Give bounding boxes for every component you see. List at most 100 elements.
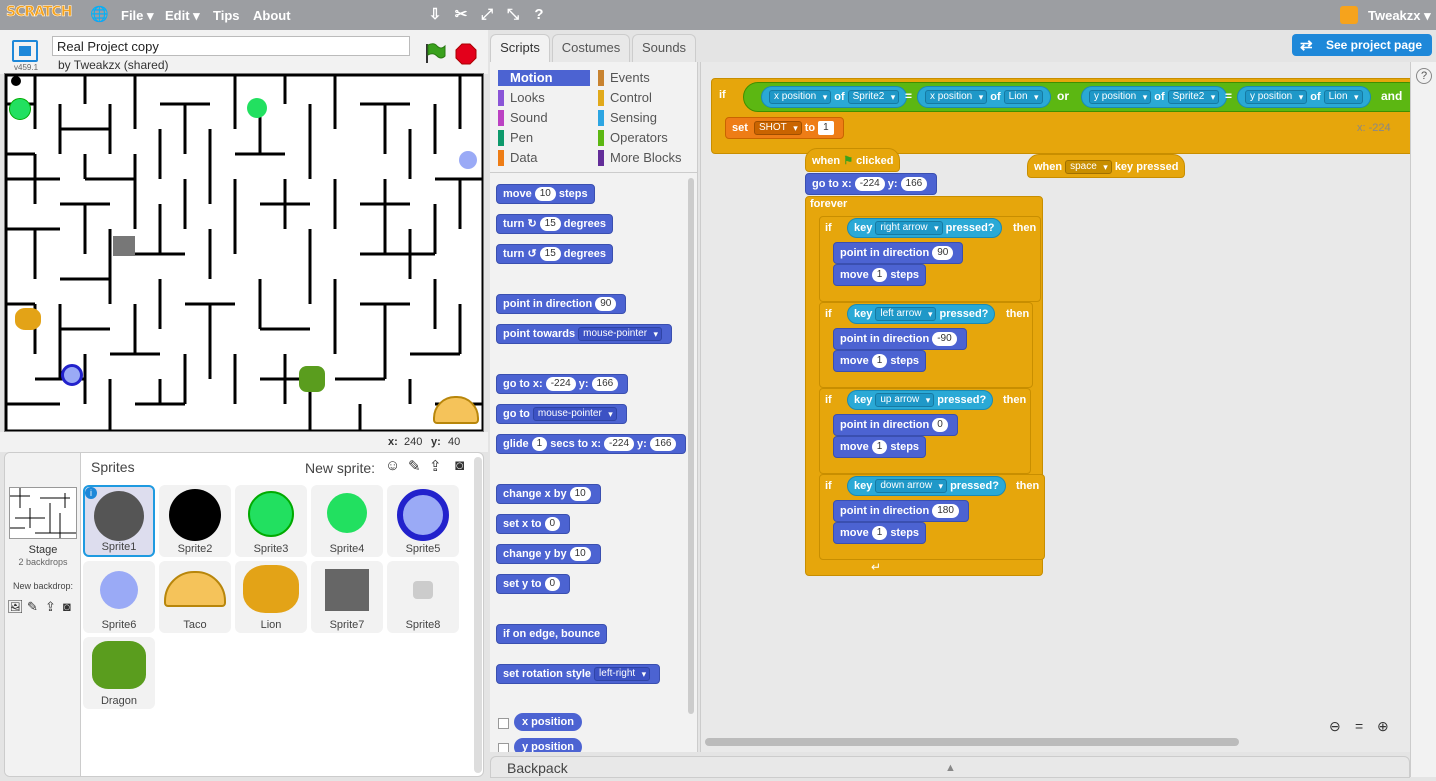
help-icon[interactable]: ?	[1416, 68, 1432, 84]
point-direction-180-block[interactable]: point in direction 180	[833, 500, 969, 522]
pacman-sprite[interactable]	[11, 76, 21, 86]
stage-thumbnail[interactable]	[9, 487, 77, 539]
tab-sounds[interactable]: Sounds	[632, 34, 696, 62]
duplicate-icon[interactable]: ⇩	[426, 6, 444, 24]
x-position-reporter[interactable]: x position	[514, 713, 582, 731]
xpos-of-lion[interactable]: x positionofLion	[917, 86, 1051, 108]
category-sensing[interactable]: Sensing	[598, 110, 657, 126]
script-horizontal-scrollbar[interactable]	[705, 738, 1239, 746]
ypos-of-sprite2[interactable]: y positionofSprite2	[1081, 86, 1228, 108]
upload-backdrop-icon[interactable]: ⇪	[45, 599, 56, 615]
green-ball-sprite-2[interactable]	[247, 98, 267, 118]
edit-menu[interactable]: Edit ▾	[165, 8, 200, 24]
sprite-tile-sprite6[interactable]: Sprite6	[83, 561, 155, 633]
key-down-arrow-pressed[interactable]: keydown arrowpressed?	[847, 476, 1006, 496]
move-steps-block[interactable]: move 1 steps	[833, 350, 927, 372]
category-motion[interactable]: Motion	[498, 70, 590, 86]
goto-xy-script-block[interactable]: go to x: -224 y: 166	[805, 173, 938, 195]
category-events[interactable]: Events	[598, 70, 650, 86]
sprite-library-icon[interactable]: ☺	[385, 457, 400, 474]
category-operators[interactable]: Operators	[598, 130, 668, 146]
dragon-sprite[interactable]	[299, 366, 325, 392]
change-y-block[interactable]: change y by 10	[496, 544, 601, 564]
sprite-tile-lion[interactable]: Lion	[235, 561, 307, 633]
set-y-block[interactable]: set y to 0	[496, 574, 571, 594]
sprite-tile-sprite5[interactable]: Sprite5	[387, 485, 459, 557]
sprite-tile-dragon[interactable]: Dragon	[83, 637, 155, 709]
point-direction-0-block[interactable]: point in direction 0	[833, 414, 958, 436]
change-x-block[interactable]: change x by 10	[496, 484, 601, 504]
sprite-tile-taco[interactable]: Taco	[159, 561, 231, 633]
category-more-blocks[interactable]: More Blocks	[598, 150, 682, 166]
tips-menu[interactable]: Tips	[213, 8, 240, 23]
move-steps-block[interactable]: move 1 steps	[833, 436, 927, 458]
sprite-tile-sprite3[interactable]: Sprite3	[235, 485, 307, 557]
shrink-icon[interactable]: ⤡	[504, 6, 522, 24]
key-left-arrow-pressed[interactable]: keyleft arrowpressed?	[847, 304, 996, 324]
palette-scrollbar[interactable]	[688, 178, 694, 714]
gun-sprite[interactable]	[113, 236, 135, 256]
fullscreen-icon[interactable]	[12, 40, 38, 62]
paint-backdrop-icon[interactable]: ✎	[27, 599, 38, 615]
cut-icon[interactable]: ✂	[452, 6, 470, 24]
point-direction-90-block[interactable]: point in direction 90	[833, 242, 964, 264]
xpos-checkbox[interactable]	[498, 718, 509, 729]
category-sound[interactable]: Sound	[498, 110, 548, 126]
ypos-checkbox[interactable]	[498, 743, 509, 752]
category-data[interactable]: Data	[498, 150, 537, 166]
script-area[interactable]: if x positionofSprite2 = x positionofLio…	[700, 62, 1410, 752]
point-direction-neg90-block[interactable]: point in direction -90	[833, 328, 967, 350]
sprite-scrollbar[interactable]	[474, 457, 482, 773]
move-block[interactable]: move 10 steps	[496, 184, 595, 204]
user-avatar[interactable]	[1340, 6, 1358, 24]
info-icon[interactable]: i	[85, 487, 97, 499]
when-flag-clicked-hat[interactable]: when ⚑ clicked	[805, 148, 901, 172]
turn-left-block[interactable]: turn ↺ 15 degrees	[496, 244, 613, 264]
lion-sprite[interactable]	[15, 308, 41, 330]
globe-icon[interactable]: 🌐	[90, 6, 109, 24]
move-steps-block[interactable]: move 1 steps	[833, 522, 927, 544]
tab-scripts[interactable]: Scripts	[490, 34, 550, 62]
move-steps-block[interactable]: move 1 steps	[833, 264, 927, 286]
turn-right-block[interactable]: turn ↻ 15 degrees	[496, 214, 613, 234]
expand-backpack-icon[interactable]: ▲	[945, 757, 956, 779]
key-up-arrow-pressed[interactable]: keyup arrowpressed?	[847, 390, 994, 410]
upload-sprite-icon[interactable]: ⇪	[429, 457, 442, 475]
goto-block[interactable]: go to mouse-pointer	[496, 404, 627, 424]
goto-xy-block[interactable]: go to x: -224 y: 166	[496, 374, 629, 394]
tab-costumes[interactable]: Costumes	[552, 34, 630, 62]
green-ball-sprite[interactable]	[9, 98, 31, 120]
sprite-tile-sprite1[interactable]: i Sprite1	[83, 485, 155, 557]
ring-sprite[interactable]	[61, 364, 83, 386]
glide-block[interactable]: glide 1 secs to x: -224 y: 166	[496, 434, 687, 454]
category-looks[interactable]: Looks	[498, 90, 545, 106]
bounce-block[interactable]: if on edge, bounce	[496, 624, 608, 644]
stop-icon[interactable]	[455, 43, 477, 65]
scratch-logo[interactable]: SCRATCH	[6, 4, 73, 26]
key-right-arrow-pressed[interactable]: keyright arrowpressed?	[847, 218, 1002, 238]
rotation-style-block[interactable]: set rotation style left-right	[496, 664, 661, 684]
camera-sprite-icon[interactable]: ◙	[455, 457, 464, 474]
backdrop-library-icon[interactable]: 🖼	[7, 599, 24, 615]
blue-ball-sprite[interactable]	[459, 151, 477, 169]
category-control[interactable]: Control	[598, 90, 652, 106]
sprite-tile-sprite7[interactable]: Sprite7	[311, 561, 383, 633]
backpack-bar[interactable]: Backpack ▲	[490, 756, 1410, 778]
set-x-block[interactable]: set x to 0	[496, 514, 571, 534]
project-title-input[interactable]: Real Project copy	[52, 36, 410, 56]
camera-backdrop-icon[interactable]: ◙	[63, 599, 71, 614]
sprite-tile-sprite4[interactable]: Sprite4	[311, 485, 383, 557]
stage[interactable]	[4, 73, 484, 432]
category-pen[interactable]: Pen	[498, 130, 533, 146]
zoom-out-icon[interactable]: ⊖	[1329, 718, 1341, 735]
file-menu[interactable]: File ▾	[121, 8, 154, 24]
point-direction-block[interactable]: point in direction 90	[496, 294, 627, 314]
y-position-reporter[interactable]: y position	[514, 738, 582, 752]
see-project-page-button[interactable]: See project page	[1292, 34, 1432, 56]
about-menu[interactable]: About	[253, 8, 291, 23]
sprite-tile-sprite8[interactable]: Sprite8	[387, 561, 459, 633]
when-space-key-hat[interactable]: whenspacekey pressed	[1027, 154, 1186, 178]
xpos-of-sprite2[interactable]: x positionofSprite2	[761, 86, 908, 108]
green-flag-icon[interactable]	[424, 42, 446, 64]
user-menu[interactable]: Tweakzx ▾	[1368, 8, 1431, 24]
